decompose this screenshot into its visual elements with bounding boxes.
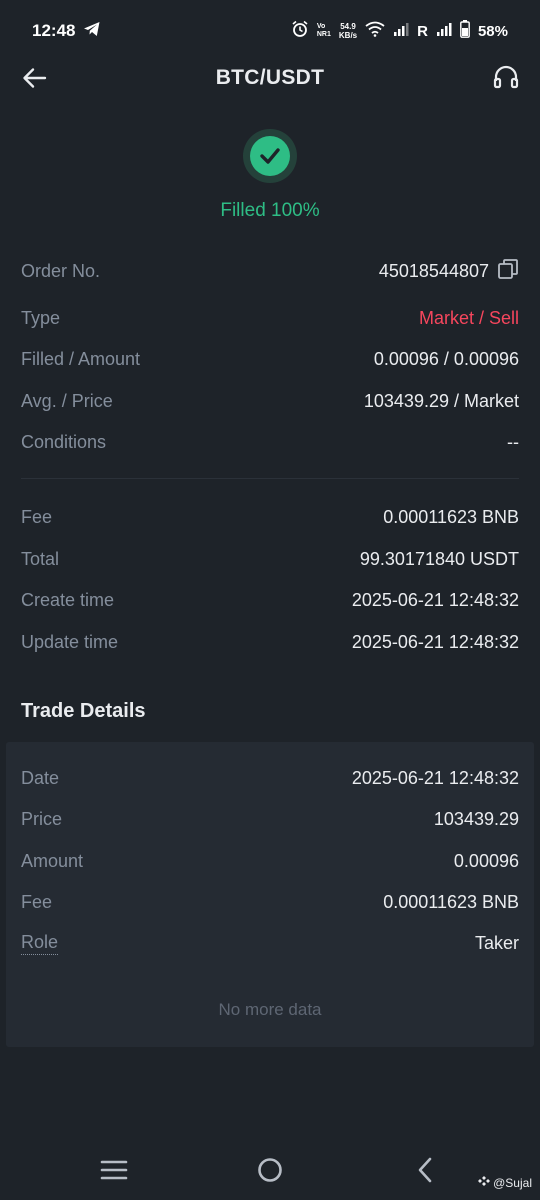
- status-left: 12:48: [32, 21, 101, 42]
- order-status-badge: [243, 129, 297, 183]
- filled-amount-value: 0.00096 / 0.00096: [373, 348, 519, 369]
- page-title: BTC/USDT: [215, 66, 325, 89]
- net-speed-unit: KB/s: [338, 31, 358, 40]
- copy-icon[interactable]: [497, 258, 519, 285]
- trade-row-date: Date 2025-06-21 12:48:32: [21, 763, 519, 793]
- status-time: 12:48: [32, 21, 76, 40]
- no-more-data: No more data: [218, 1000, 322, 1019]
- fill-status-text: Filled 100%: [220, 200, 320, 221]
- detail-row-filled-amount: Filled / Amount 0.00096 / 0.00096: [21, 344, 519, 374]
- detail-row-type: Type Market / Sell: [21, 303, 519, 333]
- role-label[interactable]: Role: [21, 932, 59, 955]
- check-circle-icon: [250, 136, 290, 176]
- detail-row-order-no: Order No. 45018544807: [21, 256, 519, 286]
- trade-label: Date: [21, 767, 60, 788]
- trade-fee-value: 0.00011623 BNB: [383, 891, 519, 912]
- detail-row-fee: Fee 0.00011623 BNB: [21, 502, 519, 532]
- detail-label: Filled / Amount: [21, 348, 141, 369]
- trade-amount-value: 0.00096: [453, 850, 519, 871]
- nav-back-icon: [418, 1157, 432, 1183]
- watermark: @Sujal: [478, 1175, 532, 1190]
- trade-label: Amount: [21, 850, 84, 871]
- detail-label: Conditions: [21, 431, 107, 452]
- net-speed-value: 54.9: [340, 22, 356, 31]
- binance-logo-icon: [478, 1175, 491, 1190]
- alarm-icon: [291, 20, 309, 42]
- detail-label: Order No.: [21, 260, 101, 281]
- trade-row-amount: Amount 0.00096: [21, 846, 519, 876]
- detail-label: Total: [21, 548, 60, 569]
- recent-apps-icon: [100, 1160, 128, 1180]
- detail-label: Fee: [21, 506, 53, 527]
- total-value: 99.30171840 USDT: [359, 548, 519, 569]
- trade-row-role: Role Taker: [21, 928, 519, 958]
- system-nav-bar: [0, 1140, 540, 1200]
- status-right: Vo NR1 54.9 KB/s R 58%: [291, 20, 508, 42]
- detail-label: Update time: [21, 631, 119, 652]
- battery-level: 58%: [477, 22, 508, 40]
- battery-icon: [460, 20, 470, 42]
- divider: [21, 478, 519, 479]
- trade-row-price: Price 103439.29: [21, 804, 519, 834]
- trade-role-value: Taker: [474, 932, 519, 953]
- watermark-text: @Sujal: [493, 1175, 532, 1190]
- headset-icon: [493, 65, 519, 89]
- home-circle-icon: [258, 1158, 282, 1182]
- detail-label: Type: [21, 307, 61, 328]
- update-time-value: 2025-06-21 12:48:32: [351, 631, 519, 652]
- detail-row-conditions: Conditions --: [21, 427, 519, 457]
- order-number-value: 45018544807: [379, 258, 519, 285]
- volte-bottom: NR1: [316, 31, 331, 38]
- detail-row-update-time: Update time 2025-06-21 12:48:32: [21, 627, 519, 657]
- trade-date-value: 2025-06-21 12:48:32: [351, 767, 519, 788]
- roaming-indicator: R: [417, 22, 428, 40]
- back-button[interactable]: [20, 64, 50, 92]
- telegram-icon: [83, 21, 101, 42]
- home-button[interactable]: [252, 1152, 288, 1188]
- avg-price-value: 103439.29 / Market: [363, 390, 519, 411]
- conditions-value: --: [507, 431, 519, 452]
- trade-row-fee: Fee 0.00011623 BNB: [21, 887, 519, 917]
- trade-label: Price: [21, 808, 63, 829]
- header: BTC/USDT: [0, 52, 540, 104]
- trade-label: Fee: [21, 891, 53, 912]
- trade-details-title: Trade Details: [21, 700, 146, 722]
- screen: 12:48 Vo NR1 54.9 KB/s R 58% BTC/USDT Fi…: [0, 0, 540, 1200]
- support-button[interactable]: [492, 64, 520, 92]
- recent-apps-button[interactable]: [96, 1152, 132, 1188]
- wifi-icon: [365, 21, 385, 41]
- net-speed: 54.9 KB/s: [339, 22, 357, 40]
- back-arrow-icon: [23, 68, 47, 88]
- trade-price-value: 103439.29: [433, 808, 519, 829]
- type-value: Market / Sell: [418, 307, 519, 328]
- detail-row-total: Total 99.30171840 USDT: [21, 544, 519, 574]
- order-number: 45018544807: [378, 260, 489, 281]
- volte-indicator: Vo NR1: [317, 23, 331, 39]
- detail-label: Create time: [21, 589, 115, 610]
- signal-icon-1: [393, 21, 409, 41]
- fee-value: 0.00011623 BNB: [383, 506, 519, 527]
- create-time-value: 2025-06-21 12:48:32: [351, 589, 519, 610]
- signal-icon-2: [436, 21, 452, 41]
- detail-row-create-time: Create time 2025-06-21 12:48:32: [21, 585, 519, 615]
- volte-top: Vo: [316, 23, 326, 30]
- detail-label: Avg. / Price: [21, 390, 113, 411]
- detail-row-avg-price: Avg. / Price 103439.29 / Market: [21, 386, 519, 416]
- system-back-button[interactable]: [408, 1152, 444, 1188]
